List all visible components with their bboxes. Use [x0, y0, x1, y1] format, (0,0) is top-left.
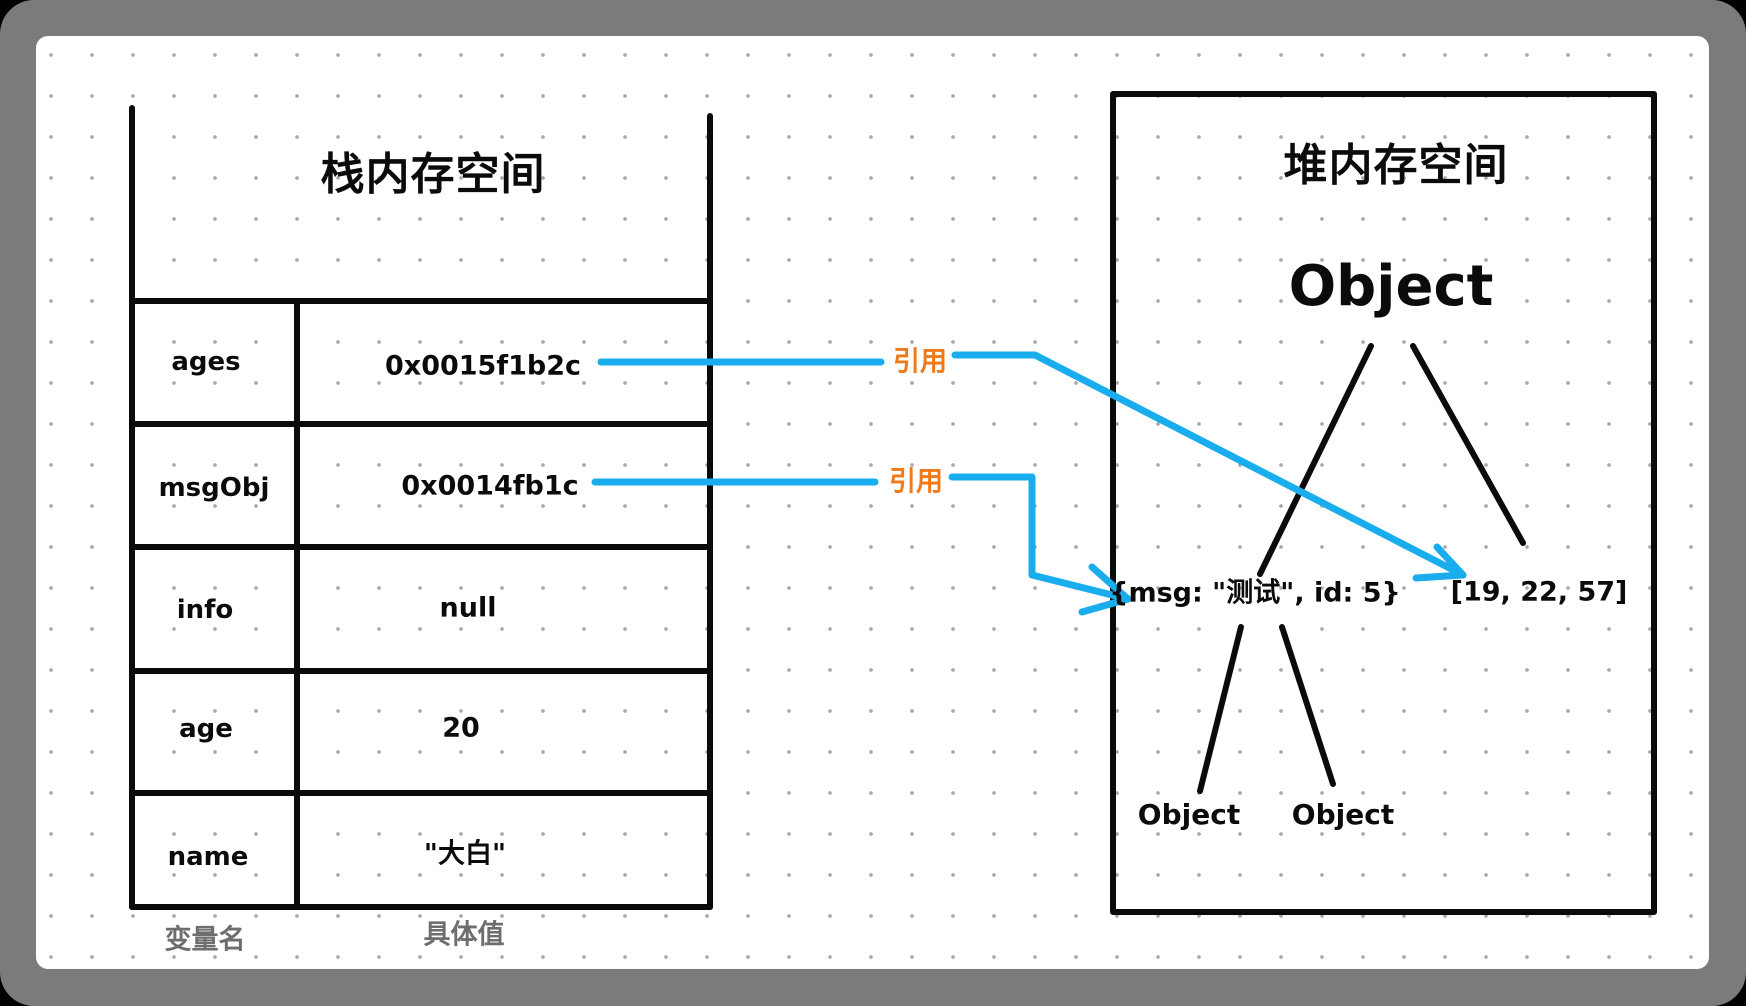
stack-var-name: ages: [171, 347, 241, 377]
reference-arrow-msgobj-path: [948, 473, 1132, 603]
stack-title: 栈内存空间: [320, 149, 546, 200]
stack-var-value: 20: [442, 712, 480, 744]
heap-msg-object: {msg: "测试", id: 5}: [1109, 577, 1401, 609]
stack-var-value: 0x0014fb1c: [401, 470, 579, 502]
heap-array: [19, 22, 57]: [1450, 576, 1628, 608]
heap-title: 堆内存空间: [1283, 140, 1509, 191]
heap-box: [1110, 91, 1657, 915]
stack-footer-name-label: 变量名: [164, 924, 246, 956]
heap-root-object: Object: [1288, 254, 1494, 319]
stack-var-value: "大白": [423, 838, 507, 870]
stack-footer-value-label: 具体值: [423, 919, 505, 951]
stack-var-value: 0x0015f1b2c: [384, 350, 582, 382]
reference-label-ages: 引用: [893, 346, 947, 378]
tree-edge-root-array: [1410, 343, 1526, 546]
stack-var-name: age: [179, 714, 233, 744]
stack-var-name: info: [176, 595, 234, 625]
stack-var-name: msgObj: [158, 473, 270, 503]
stack-var-name: name: [167, 842, 249, 872]
stack-var-value: null: [439, 592, 497, 624]
heap-nested-object: Object: [1137, 798, 1241, 831]
tree-edge-msg-object1: [1197, 624, 1244, 794]
reference-label-msgobj: 引用: [889, 466, 943, 498]
heap-nested-object: Object: [1291, 798, 1395, 831]
tree-edge-root-msg: [1257, 343, 1374, 577]
tree-edge-msg-object2: [1279, 624, 1336, 787]
